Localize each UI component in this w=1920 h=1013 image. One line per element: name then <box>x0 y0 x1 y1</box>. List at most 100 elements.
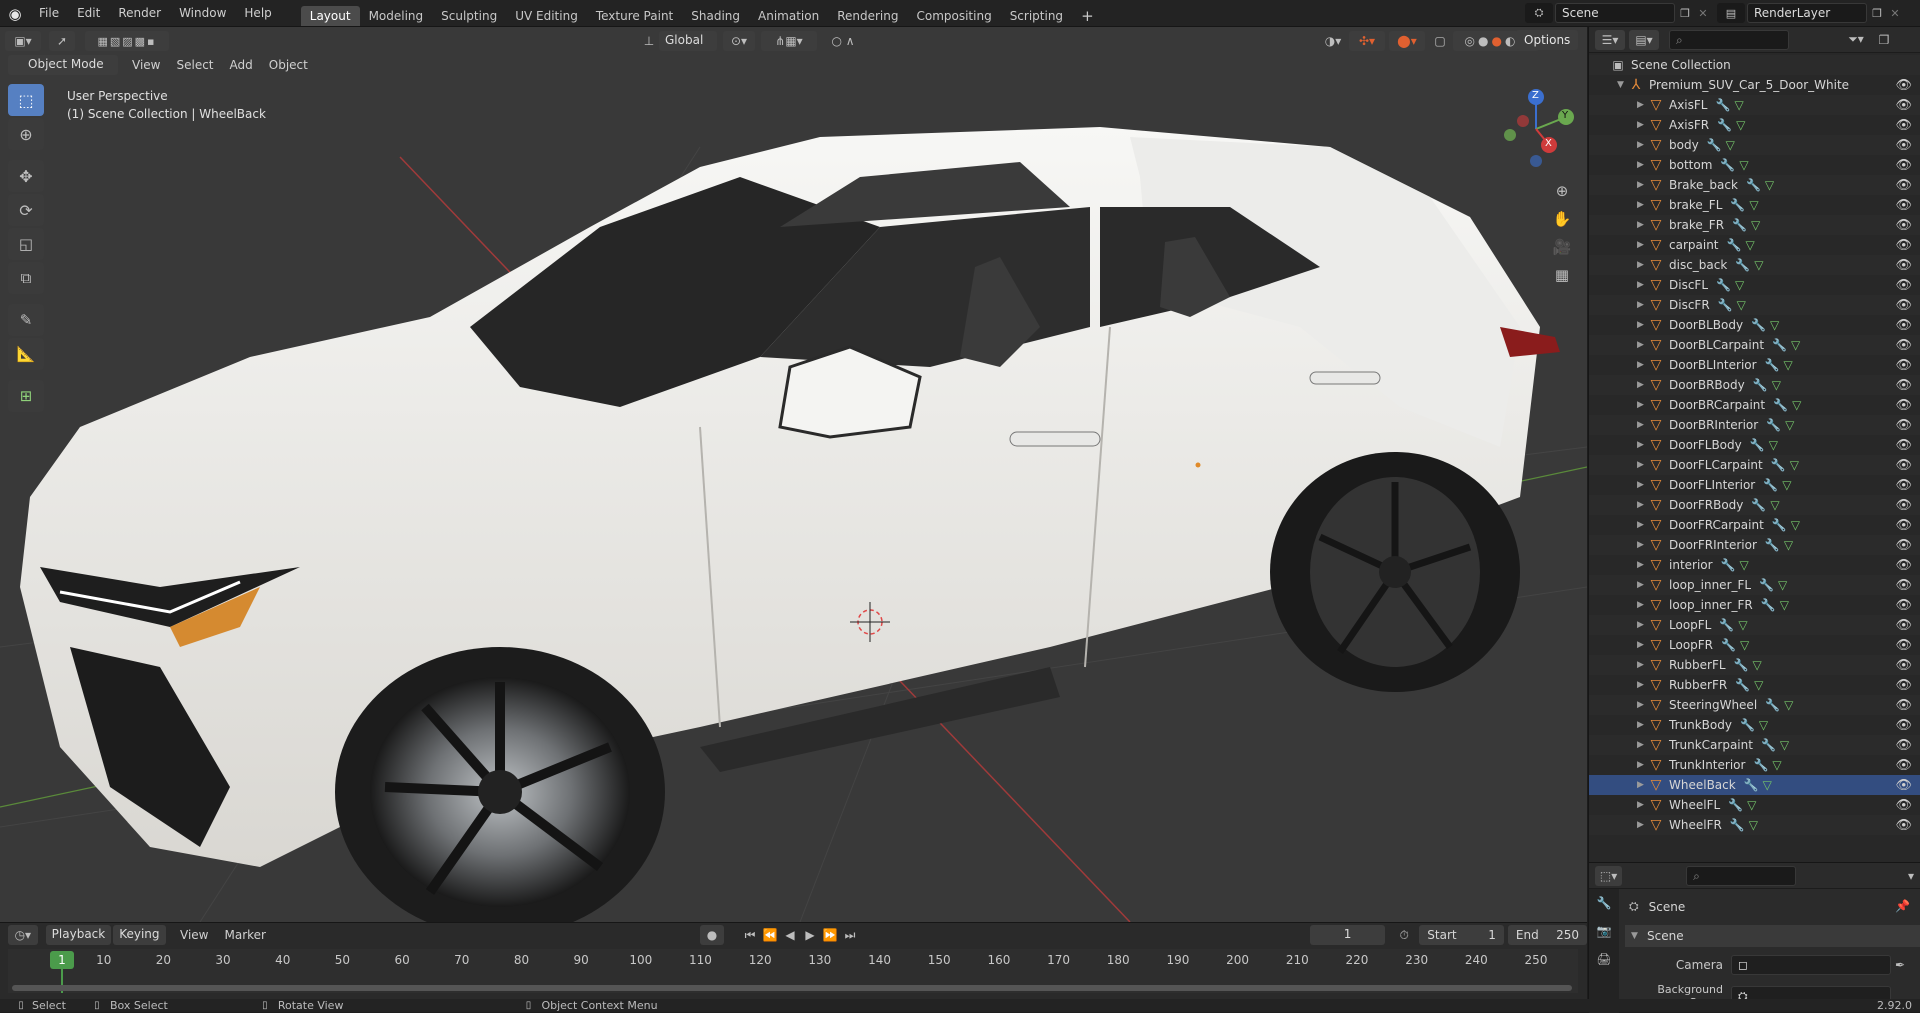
select-box-tool[interactable]: ⬚ <box>8 84 44 116</box>
timeline-editor-icon[interactable]: ◷▾ <box>8 925 38 945</box>
menu-window[interactable]: Window <box>170 0 235 27</box>
current-frame-field[interactable]: 1 <box>1309 925 1386 945</box>
eyedropper-icon[interactable]: ✒ <box>1891 958 1909 972</box>
scene-collection-row[interactable]: ▣ Scene Collection <box>1589 55 1920 75</box>
modifier-wrench-icon[interactable]: 🔧 <box>1718 298 1733 312</box>
eye-icon[interactable]: 👁 <box>1895 438 1912 453</box>
mesh-data-icon[interactable]: ▽ <box>1738 618 1747 632</box>
tab-animation[interactable]: Animation <box>749 6 828 26</box>
display-mode-icon[interactable]: ▤▾ <box>1629 29 1659 50</box>
mesh-data-icon[interactable]: ▽ <box>1782 478 1791 492</box>
overlays-icon[interactable]: ⬤▾ <box>1389 31 1425 51</box>
expand-arrow-icon[interactable]: ▶ <box>1637 560 1647 570</box>
viewport-menu-view[interactable]: View <box>124 58 168 72</box>
mesh-data-icon[interactable]: ▽ <box>1754 678 1763 692</box>
expand-arrow-icon[interactable]: ▶ <box>1637 640 1647 650</box>
expand-arrow-icon[interactable]: ▶ <box>1637 400 1647 410</box>
outliner-row-trunkcarpaint[interactable]: ▶ ▽ TrunkCarpaint 🔧 ▽ 👁 <box>1589 735 1920 755</box>
expand-arrow-icon[interactable]: ▶ <box>1637 680 1647 690</box>
modifier-wrench-icon[interactable]: 🔧 <box>1759 578 1774 592</box>
modifier-wrench-icon[interactable]: 🔧 <box>1772 338 1787 352</box>
output-tab-icon[interactable]: 🖨 <box>1589 945 1619 973</box>
outliner-row-doorblcarpaint[interactable]: ▶ ▽ DoorBLCarpaint 🔧 ▽ 👁 <box>1589 335 1920 355</box>
timeline-menu-marker[interactable]: Marker <box>217 928 274 942</box>
modifier-wrench-icon[interactable]: 🔧 <box>1751 498 1766 512</box>
mesh-data-icon[interactable]: ▽ <box>1749 198 1758 212</box>
expand-arrow-icon[interactable]: ▶ <box>1637 660 1647 670</box>
expand-arrow-icon[interactable]: ▶ <box>1637 800 1647 810</box>
modifier-wrench-icon[interactable]: 🔧 <box>1761 738 1776 752</box>
3d-viewport[interactable]: ▣▾ ➚ ▦▧▨▩▪ ⊥ Global ⊙▾ ⋔▦▾ ○ ∧ ◑▾ ✣▾ ⬤▾ … <box>0 27 1587 922</box>
mesh-data-icon[interactable]: ▽ <box>1784 538 1793 552</box>
expand-arrow-icon[interactable]: ▶ <box>1637 740 1647 750</box>
scene-field[interactable]: Scene <box>1555 3 1675 23</box>
pivot-icon[interactable]: ⊙▾ <box>723 31 755 51</box>
navigation-gizmo[interactable]: Z Y X <box>1496 89 1576 169</box>
proportional-edit-icon[interactable]: ○ ∧ <box>823 31 863 51</box>
tab-scripting[interactable]: Scripting <box>1001 6 1072 26</box>
expand-arrow-icon[interactable]: ▶ <box>1637 120 1647 130</box>
modifier-wrench-icon[interactable]: 🔧 <box>1730 198 1745 212</box>
modifier-wrench-icon[interactable]: 🔧 <box>1761 598 1776 612</box>
timeline-scrollbar[interactable] <box>12 985 1572 991</box>
expand-arrow-icon[interactable]: ▶ <box>1637 280 1647 290</box>
mesh-data-icon[interactable]: ▽ <box>1791 518 1800 532</box>
modifier-wrench-icon[interactable]: 🔧 <box>1727 238 1742 252</box>
mesh-data-icon[interactable]: ▽ <box>1772 758 1781 772</box>
outliner-row-loopfl[interactable]: ▶ ▽ LoopFL 🔧 ▽ 👁 <box>1589 615 1920 635</box>
mesh-data-icon[interactable]: ▽ <box>1785 418 1794 432</box>
mesh-data-icon[interactable]: ▽ <box>1791 338 1800 352</box>
eye-icon[interactable]: 👁 <box>1895 418 1912 433</box>
eye-icon[interactable]: 👁 <box>1895 518 1912 533</box>
eye-icon[interactable]: 👁 <box>1895 258 1912 273</box>
modifier-wrench-icon[interactable]: 🔧 <box>1753 378 1768 392</box>
play-reverse-icon[interactable]: ◀ <box>780 928 800 942</box>
outliner-row-doorfrbody[interactable]: ▶ ▽ DoorFRBody 🔧 ▽ 👁 <box>1589 495 1920 515</box>
pin-icon[interactable]: 📌 <box>1895 899 1910 913</box>
modifier-wrench-icon[interactable]: 🔧 <box>1750 438 1765 452</box>
select-tool-icon[interactable]: ➚ <box>49 31 75 51</box>
eye-icon[interactable]: 👁 <box>1895 538 1912 553</box>
eye-icon[interactable]: 👁 <box>1895 758 1912 773</box>
outliner-row-trunkbody[interactable]: ▶ ▽ TrunkBody 🔧 ▽ 👁 <box>1589 715 1920 735</box>
transform-tool[interactable]: ⧉ <box>8 262 44 294</box>
eye-icon[interactable]: 👁 <box>1895 78 1912 93</box>
modifier-wrench-icon[interactable]: 🔧 <box>1707 138 1722 152</box>
modifier-wrench-icon[interactable]: 🔧 <box>1728 798 1743 812</box>
expand-arrow-icon[interactable]: ▶ <box>1637 600 1647 610</box>
eye-icon[interactable]: 👁 <box>1895 318 1912 333</box>
eye-icon[interactable]: 👁 <box>1895 238 1912 253</box>
expand-arrow-icon[interactable]: ▶ <box>1637 360 1647 370</box>
eye-icon[interactable]: 👁 <box>1895 138 1912 153</box>
expand-arrow-icon[interactable]: ▶ <box>1637 140 1647 150</box>
outliner-row-loopfr[interactable]: ▶ ▽ LoopFR 🔧 ▽ 👁 <box>1589 635 1920 655</box>
expand-arrow-icon[interactable]: ▶ <box>1637 480 1647 490</box>
modifier-wrench-icon[interactable]: 🔧 <box>1715 98 1730 112</box>
outliner-row-loop-inner-fr[interactable]: ▶ ▽ loop_inner_FR 🔧 ▽ 👁 <box>1589 595 1920 615</box>
jump-start-icon[interactable]: ⏮ <box>740 928 760 943</box>
mesh-data-icon[interactable]: ▽ <box>1747 798 1756 812</box>
pan-hand-icon[interactable]: ✋ <box>1548 205 1576 233</box>
outliner-search-input[interactable]: ⌕ <box>1669 29 1789 50</box>
eye-icon[interactable]: 👁 <box>1895 658 1912 673</box>
outliner-row-doorflinterior[interactable]: ▶ ▽ DoorFLInterior 🔧 ▽ 👁 <box>1589 475 1920 495</box>
expand-arrow-icon[interactable]: ▶ <box>1637 700 1647 710</box>
eye-icon[interactable]: 👁 <box>1895 738 1912 753</box>
add-cube-tool[interactable]: ⊞ <box>8 380 44 412</box>
next-keyframe-icon[interactable]: ⏩ <box>820 928 840 942</box>
properties-search-input[interactable]: ⌕ <box>1686 865 1796 886</box>
collection-row[interactable]: ▼ ⅄ Premium_SUV_Car_5_Door_White 👁 <box>1589 75 1920 95</box>
viewport-menu-add[interactable]: Add <box>222 58 261 72</box>
ortho-grid-icon[interactable]: ▦ <box>1548 261 1576 289</box>
modifier-wrench-icon[interactable]: 🔧 <box>1766 418 1781 432</box>
eye-icon[interactable]: 👁 <box>1895 638 1912 653</box>
prev-keyframe-icon[interactable]: ⏪ <box>760 928 780 942</box>
eye-icon[interactable]: 👁 <box>1895 278 1912 293</box>
jump-end-icon[interactable]: ⏭ <box>840 928 860 943</box>
mesh-data-icon[interactable]: ▽ <box>1765 178 1774 192</box>
eye-icon[interactable]: 👁 <box>1895 398 1912 413</box>
keying-menu[interactable]: Keying <box>113 925 167 945</box>
outliner-row-doorflcarpaint[interactable]: ▶ ▽ DoorFLCarpaint 🔧 ▽ 👁 <box>1589 455 1920 475</box>
add-workspace-icon[interactable]: + <box>1072 6 1103 26</box>
eye-icon[interactable]: 👁 <box>1895 618 1912 633</box>
